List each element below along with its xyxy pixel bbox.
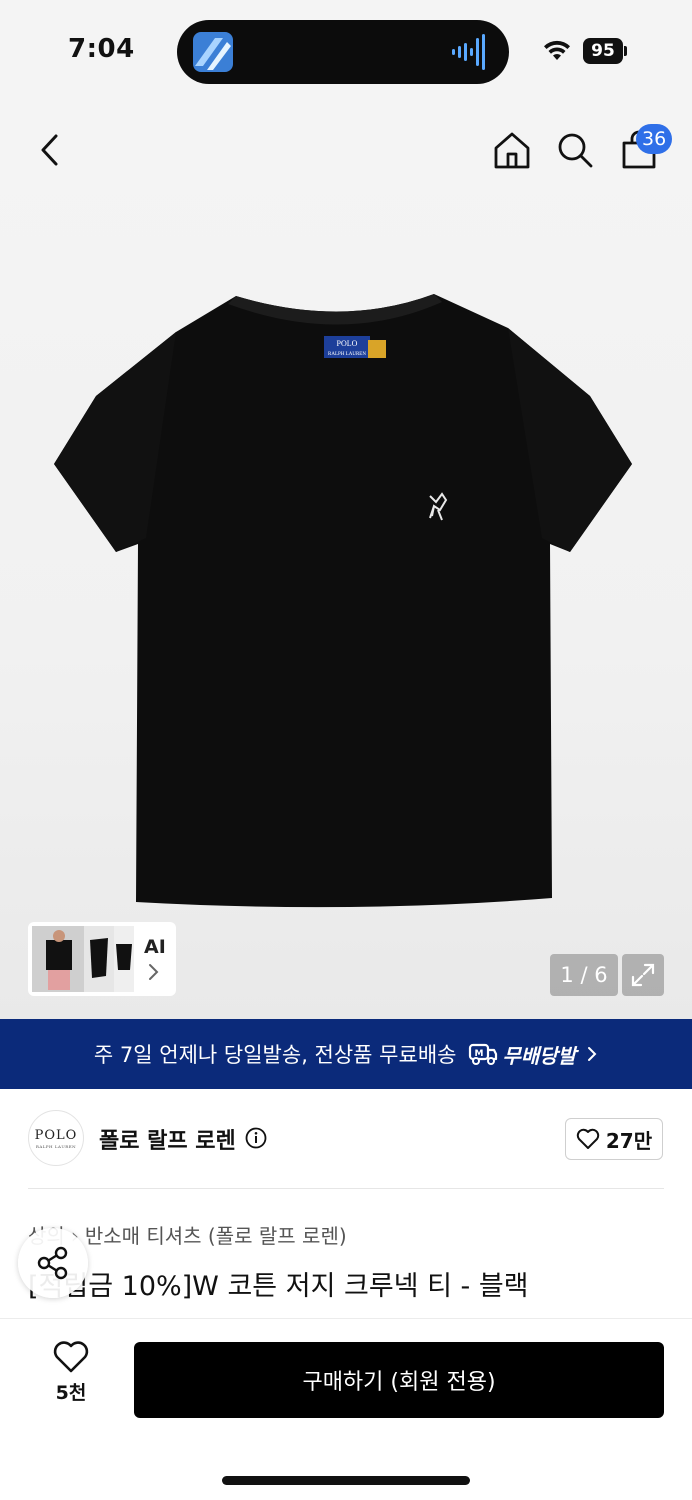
cart-count-badge: 36	[636, 124, 673, 154]
image-page-indicator: 1 / 6	[550, 954, 618, 996]
home-icon	[494, 132, 530, 169]
share-button[interactable]	[18, 1228, 88, 1298]
brand-name-link[interactable]: 폴로 랄프 로렌	[99, 1123, 236, 1155]
heart-icon	[576, 1128, 600, 1149]
battery-icon: 95	[583, 38, 627, 64]
battery-cap	[624, 46, 627, 56]
search-icon	[558, 133, 593, 168]
home-indicator[interactable]	[222, 1476, 470, 1485]
back-icon	[41, 134, 58, 166]
audio-wave-icon	[452, 34, 485, 70]
battery-level: 95	[583, 38, 623, 64]
status-time: 7:04	[68, 34, 135, 64]
share-icon	[37, 1246, 68, 1280]
banner-text: 주 7일 언제나 당일발송, 전상품 무료배송	[93, 1043, 457, 1067]
tshirt-logo-main: POLO	[337, 339, 358, 348]
product-image[interactable]: POLO RALPH LAUREN	[50, 288, 636, 916]
free-delivery-badge: M 무배당발	[468, 1040, 576, 1069]
heart-icon	[53, 1341, 89, 1373]
brand-like-count: 27만	[605, 1128, 653, 1153]
section-divider	[28, 1188, 664, 1189]
expand-image-button[interactable]	[622, 954, 664, 996]
chevron-right-icon	[588, 1047, 597, 1061]
buy-button[interactable]: 구매하기 (회원 전용)	[134, 1342, 664, 1418]
brand-logo[interactable]: POLO RALPH LAUREN	[28, 1110, 84, 1166]
status-bar: 7:04 95	[0, 0, 692, 100]
wifi-icon	[544, 40, 570, 60]
brand-logo-sub: RALPH LAUREN	[35, 1143, 77, 1149]
chevron-right-icon	[149, 964, 159, 980]
delivery-truck-icon: M	[469, 1043, 498, 1065]
now-playing-thumbnail	[193, 32, 233, 72]
svg-text:M: M	[475, 1049, 484, 1059]
breadcrumb-item[interactable]: 반소매 티셔츠 (폴로 랄프 로렌)	[85, 1224, 347, 1248]
info-icon[interactable]	[245, 1127, 267, 1149]
wishlist-button[interactable]: 5천	[36, 1340, 106, 1412]
wishlist-count: 5천	[55, 1382, 87, 1404]
search-button[interactable]	[553, 128, 597, 172]
back-button[interactable]	[28, 128, 72, 172]
product-title: [적립금 10%]W 코튼 저지 크루넥 티 - 블랙	[28, 1271, 529, 1302]
dynamic-island[interactable]	[177, 20, 509, 84]
banner-badge-label: 무배당발	[502, 1043, 577, 1068]
expand-icon	[631, 963, 655, 987]
ai-label: AI	[144, 936, 166, 958]
brand-logo-main: POLO	[34, 1127, 78, 1143]
ai-styling-card[interactable]: AI	[28, 922, 176, 996]
ai-thumbnail	[32, 926, 134, 992]
tshirt-logo-sub: RALPH LAUREN	[328, 352, 366, 357]
brand-like-button[interactable]: 27만	[565, 1118, 663, 1160]
delivery-banner[interactable]: 주 7일 언제나 당일발송, 전상품 무료배송 M 무배당발	[0, 1019, 692, 1089]
home-button[interactable]	[490, 128, 534, 172]
